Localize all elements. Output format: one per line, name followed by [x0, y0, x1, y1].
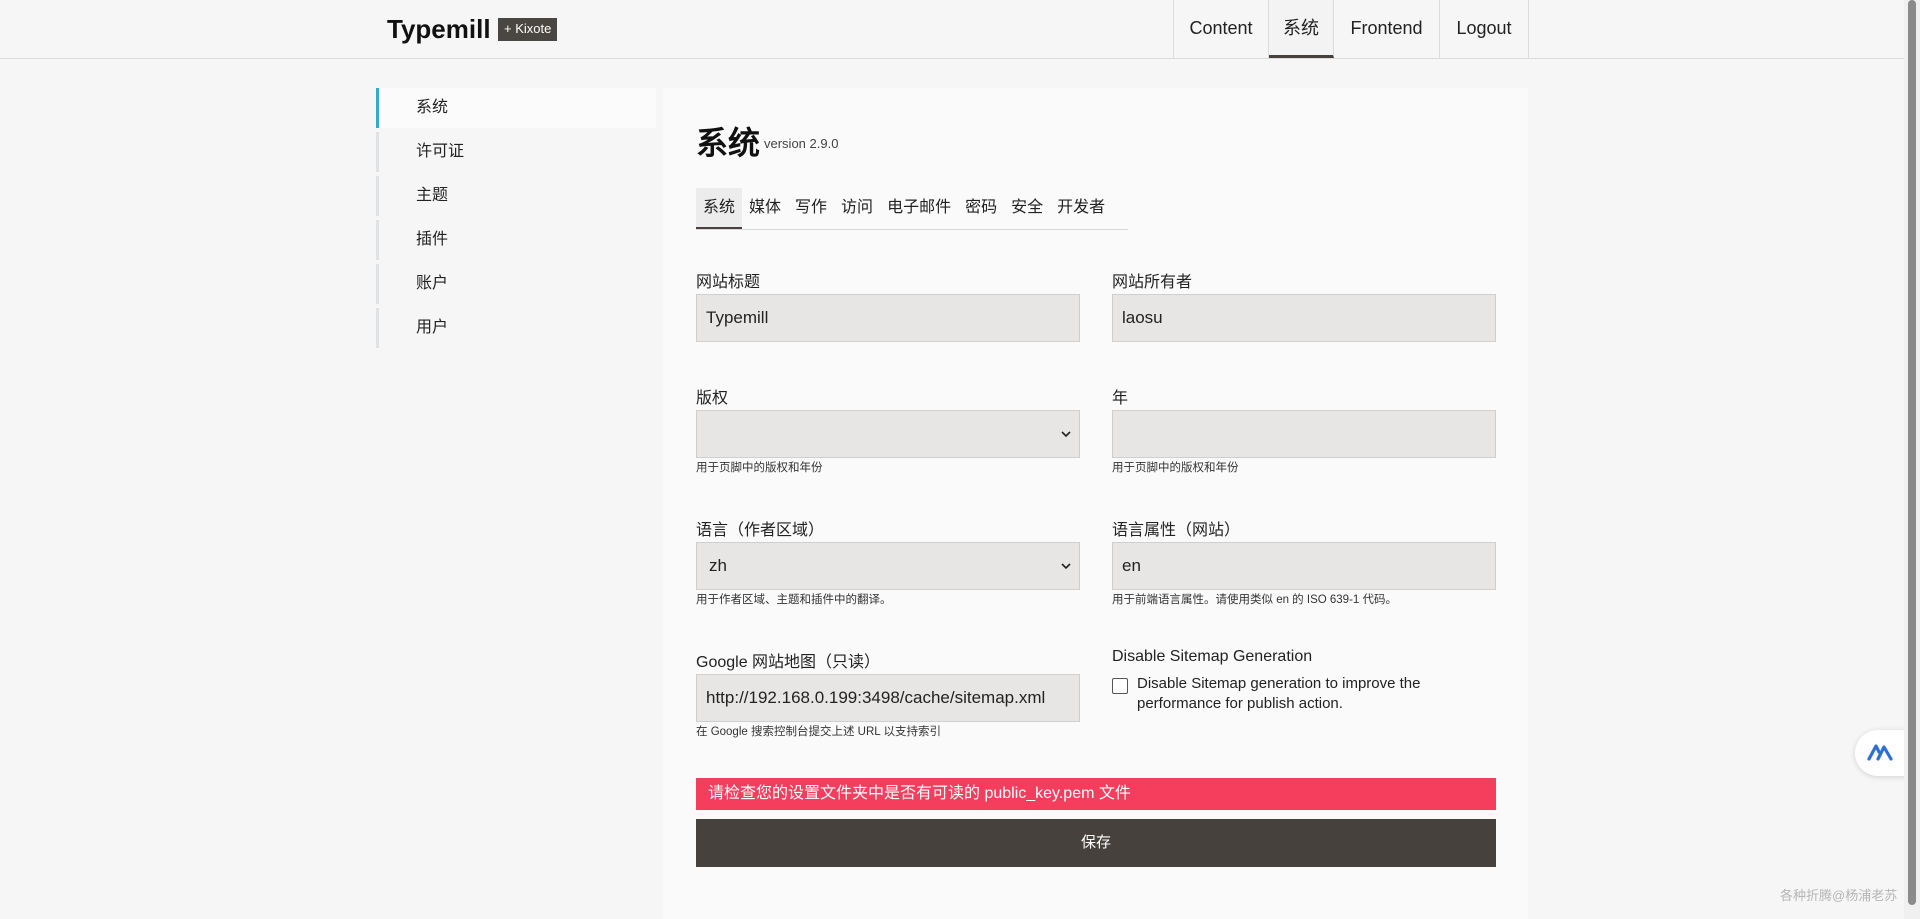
- top-header: Typemill + Kixote Content 系统 Frontend Lo…: [0, 0, 1904, 59]
- chevron-down-icon: [1061, 563, 1071, 570]
- lang-attr-input[interactable]: en: [1112, 542, 1496, 590]
- sidebar-item-themes[interactable]: 主题: [376, 176, 656, 216]
- tab-security[interactable]: 安全: [1004, 188, 1050, 229]
- tab-access[interactable]: 访问: [834, 188, 880, 229]
- tab-password[interactable]: 密码: [958, 188, 1004, 229]
- lang-attr-help: 用于前端语言属性。请使用类似 en 的 ISO 639-1 代码。: [1112, 594, 1397, 606]
- site-title-label: 网站标题: [696, 274, 761, 291]
- assistant-icon: [1867, 744, 1893, 761]
- top-nav: Content 系统 Frontend Logout: [1173, 0, 1529, 58]
- language-help: 用于作者区域、主题和插件中的翻译。: [696, 594, 892, 606]
- kixote-badge[interactable]: + Kixote: [498, 18, 558, 41]
- disable-sitemap-text[interactable]: Disable Sitemap generation to improve th…: [1137, 674, 1467, 714]
- year-label: 年: [1112, 390, 1129, 407]
- sidebar-item-account[interactable]: 账户: [376, 264, 656, 304]
- tab-writing[interactable]: 写作: [788, 188, 834, 229]
- app-logo[interactable]: Typemill: [387, 14, 491, 45]
- nav-system[interactable]: 系统: [1269, 0, 1334, 58]
- site-title-input[interactable]: Typemill: [696, 294, 1080, 342]
- scrollbar-thumb[interactable]: [1908, 0, 1916, 905]
- nav-logout[interactable]: Logout: [1440, 0, 1529, 58]
- sidebar-item-plugins[interactable]: 插件: [376, 220, 656, 260]
- copyright-help: 用于页脚中的版权和年份: [696, 462, 823, 474]
- sitemap-label: Google 网站地图（只读）: [696, 654, 881, 671]
- copyright-select[interactable]: [696, 410, 1080, 458]
- settings-tabs: 系统 媒体 写作 访问 电子邮件 密码 安全 开发者: [696, 188, 1128, 230]
- floating-helper-button[interactable]: [1855, 730, 1907, 776]
- tab-system[interactable]: 系统: [696, 188, 743, 229]
- save-button[interactable]: 保存: [696, 819, 1496, 867]
- tab-media[interactable]: 媒体: [742, 188, 788, 229]
- year-input[interactable]: [1112, 410, 1496, 458]
- page-title: 系统: [696, 125, 761, 161]
- sitemap-help: 在 Google 搜索控制台提交上述 URL 以支持索引: [696, 726, 941, 738]
- lang-attr-label: 语言属性（网站）: [1112, 522, 1241, 539]
- site-owner-input[interactable]: laosu: [1112, 294, 1496, 342]
- site-owner-label: 网站所有者: [1112, 274, 1193, 291]
- tab-developer[interactable]: 开发者: [1050, 188, 1112, 229]
- nav-frontend[interactable]: Frontend: [1334, 0, 1440, 58]
- sidebar-item-users[interactable]: 用户: [376, 308, 656, 348]
- version-label: version 2.9.0: [764, 136, 839, 151]
- chevron-down-icon: [1061, 431, 1071, 438]
- sitemap-input[interactable]: http://192.168.0.199:3498/cache/sitemap.…: [696, 674, 1080, 722]
- tab-email[interactable]: 电子邮件: [880, 188, 958, 229]
- disable-sitemap-checkbox[interactable]: [1112, 678, 1128, 694]
- copyright-label: 版权: [696, 390, 729, 407]
- language-value: zh: [709, 556, 727, 575]
- sidebar-item-system[interactable]: 系统: [376, 88, 656, 128]
- watermark-text: 各种折腾@杨浦老苏: [1780, 888, 1898, 903]
- language-select[interactable]: zh: [696, 542, 1080, 590]
- settings-sidebar: 系统 许可证 主题 插件 账户 用户: [376, 88, 656, 352]
- language-label: 语言（作者区域）: [696, 522, 825, 539]
- nav-content[interactable]: Content: [1174, 0, 1269, 58]
- disable-sitemap-label: Disable Sitemap Generation: [1112, 648, 1313, 665]
- error-alert: 请检查您的设置文件夹中是否有可读的 public_key.pem 文件: [696, 778, 1496, 810]
- page-scrollbar[interactable]: [1904, 0, 1920, 919]
- sidebar-item-license[interactable]: 许可证: [376, 132, 656, 172]
- year-help: 用于页脚中的版权和年份: [1112, 462, 1239, 474]
